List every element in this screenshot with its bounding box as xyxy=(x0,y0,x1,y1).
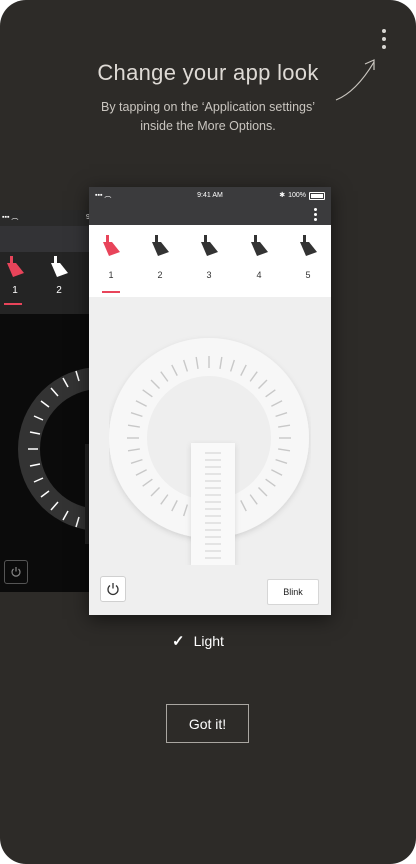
lamp-tab-5: 5 xyxy=(288,235,328,280)
selected-lamp-underline xyxy=(102,291,120,293)
battery-icon xyxy=(309,192,325,200)
power-button xyxy=(100,576,126,602)
checkmark-icon: ✓ xyxy=(172,633,185,650)
lamp-tab-2: 2 xyxy=(140,235,180,280)
more-vertical-icon xyxy=(314,208,317,221)
power-icon xyxy=(107,583,119,596)
dark-power-button xyxy=(4,560,28,584)
lamp-icon xyxy=(152,235,169,256)
dark-app-header xyxy=(0,226,100,252)
dark-theme-preview: ▪▪▪ ︵ 9 1 2 xyxy=(0,210,100,592)
battery-percent: 100% xyxy=(288,192,306,199)
lamp-tab-1: 1 xyxy=(91,235,131,280)
blink-button: Blink xyxy=(267,579,319,605)
status-bar: ▪▪▪ ︵ 9:41 AM ✱ 100% xyxy=(89,187,331,205)
dark-selected-underline xyxy=(4,303,22,305)
lamp-icon xyxy=(251,235,268,256)
lamp-icon xyxy=(201,235,218,256)
brightness-dial xyxy=(109,338,309,565)
theme-option-light[interactable]: ✓ Light xyxy=(172,632,224,650)
lamp-icon xyxy=(103,235,120,256)
lamp-icon xyxy=(7,256,24,277)
lamp-icon xyxy=(300,235,317,256)
more-options-button[interactable] xyxy=(374,24,394,54)
power-icon xyxy=(11,567,21,577)
bluetooth-icon: ✱ xyxy=(279,192,286,199)
lamp-tab-4: 4 xyxy=(239,235,279,280)
light-theme-preview: ▪▪▪ ︵ 9:41 AM ✱ 100% 1 2 3 4 5 Blink xyxy=(89,187,331,615)
more-vertical-icon xyxy=(382,29,386,33)
got-it-button[interactable]: Got it! xyxy=(166,704,249,743)
lamp-tab-3: 3 xyxy=(189,235,229,280)
dark-lamp-tab-2: 2 xyxy=(44,256,74,296)
onboarding-screen: Change your app look By tapping on the ‘… xyxy=(0,0,416,864)
theme-option-label: Light xyxy=(193,633,224,649)
instruction-text: By tapping on the ‘Application settings’… xyxy=(100,100,316,133)
page-title: Change your app look xyxy=(97,60,319,85)
app-header xyxy=(89,205,331,225)
lamp-selector: 1 2 3 4 5 xyxy=(89,225,331,297)
dark-lamp-tab-1: 1 xyxy=(0,256,30,296)
dark-dial xyxy=(18,367,100,544)
lamp-icon xyxy=(51,256,68,277)
dark-status-bar: ▪▪▪ ︵ 9 xyxy=(0,210,100,226)
